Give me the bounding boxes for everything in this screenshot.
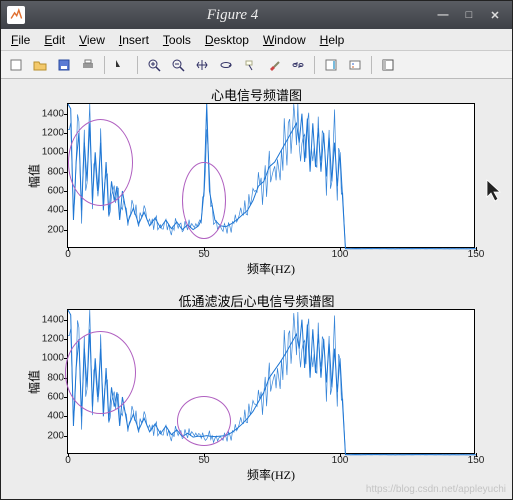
menu-desktop[interactable]: Desktop: [199, 31, 255, 49]
menu-window[interactable]: Window: [257, 31, 312, 49]
axes[interactable]: 200400600800100012001400050100150幅值频率(HZ…: [67, 103, 475, 248]
menu-view[interactable]: View: [73, 31, 111, 49]
titlebar[interactable]: Figure 4 — □ ✕: [1, 1, 512, 29]
print-button[interactable]: [77, 54, 99, 76]
ylabel: 幅值: [26, 369, 43, 393]
zoom-out-button[interactable]: [167, 54, 189, 76]
axes[interactable]: 200400600800100012001400050100150幅值频率(HZ…: [67, 309, 475, 454]
data-cursor-button[interactable]: [239, 54, 261, 76]
insert-colorbar-button[interactable]: [320, 54, 342, 76]
menu-tools[interactable]: Tools: [157, 31, 197, 49]
figure-area[interactable]: 心电信号频谱图200400600800100012001400050100150…: [1, 79, 512, 499]
minimize-button[interactable]: —: [432, 6, 454, 24]
zoom-in-button[interactable]: [143, 54, 165, 76]
annotation-ellipse: [68, 119, 133, 206]
rotate-3d-button[interactable]: [215, 54, 237, 76]
maximize-button[interactable]: □: [458, 6, 480, 24]
subplot-2[interactable]: 低通滤波后心电信号频谱图2004006008001000120014000501…: [5, 289, 508, 495]
subplot-1[interactable]: 心电信号频谱图200400600800100012001400050100150…: [5, 83, 508, 289]
hide-plot-tools-button[interactable]: [377, 54, 399, 76]
brush-button[interactable]: [263, 54, 285, 76]
annotation-ellipse: [182, 162, 226, 239]
menu-file[interactable]: File: [5, 31, 36, 49]
new-figure-button[interactable]: [5, 54, 27, 76]
close-button[interactable]: ✕: [484, 6, 506, 24]
pan-button[interactable]: [191, 54, 213, 76]
chart-title: 低通滤波后心电信号频谱图: [5, 291, 508, 310]
xlabel: 频率(HZ): [247, 466, 295, 483]
menu-insert[interactable]: Insert: [113, 31, 155, 49]
menu-help[interactable]: Help: [314, 31, 351, 49]
annotation-ellipse: [65, 331, 136, 414]
open-button[interactable]: [29, 54, 51, 76]
chart-title: 心电信号频谱图: [5, 85, 508, 104]
xlabel: 频率(HZ): [247, 260, 295, 277]
edit-plot-button[interactable]: [110, 54, 132, 76]
matlab-icon: [7, 6, 25, 24]
save-button[interactable]: [53, 54, 75, 76]
link-plots-button[interactable]: [287, 54, 309, 76]
figure-window: Figure 4 — □ ✕ File Edit View Insert Too…: [0, 0, 513, 500]
menubar: File Edit View Insert Tools Desktop Wind…: [1, 29, 512, 51]
insert-legend-button[interactable]: [344, 54, 366, 76]
ylabel: 幅值: [26, 163, 43, 187]
window-title: Figure 4: [33, 7, 432, 24]
menu-edit[interactable]: Edit: [38, 31, 71, 49]
annotation-ellipse: [177, 396, 231, 446]
toolbar: [1, 51, 512, 79]
watermark-text: https://blog.csdn.net/appleyuchi: [366, 484, 506, 495]
